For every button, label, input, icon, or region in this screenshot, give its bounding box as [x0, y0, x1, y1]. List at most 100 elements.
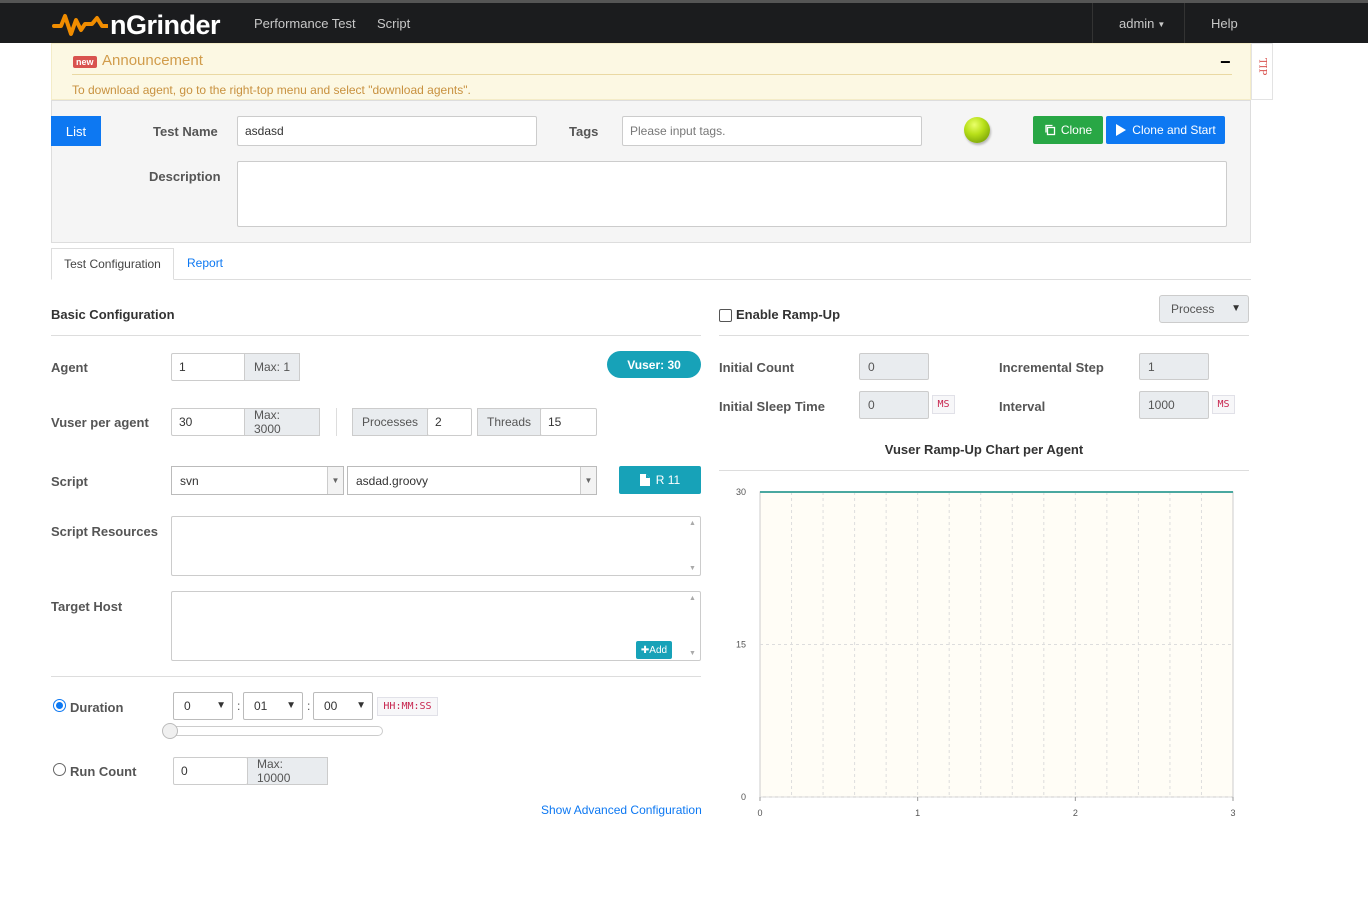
duration-minutes-select[interactable]: 01 ▼ [243, 692, 303, 720]
y-tick-label: 15 [736, 640, 746, 650]
duration-seconds-select[interactable]: 00 ▼ [313, 692, 373, 720]
tip-tab[interactable]: TIP [1251, 43, 1273, 100]
incremental-step-input[interactable]: 1 [1139, 353, 1209, 380]
top-navbar: nGrinder Performance Test Script admin ▼ … [0, 0, 1368, 43]
section-divider [51, 335, 701, 336]
description-label: Description [149, 169, 221, 184]
vuser-per-agent-label: Vuser per agent [51, 415, 149, 430]
basic-configuration-title: Basic Configuration [51, 307, 175, 322]
interval-label: Interval [999, 399, 1046, 414]
threads-input[interactable]: 15 [540, 408, 597, 436]
list-button[interactable]: List [51, 116, 101, 146]
tab-report[interactable]: Report [187, 256, 223, 270]
vuser-per-agent-input[interactable]: 30 [171, 408, 246, 436]
announcement-title: Announcement [102, 52, 203, 69]
rampup-chart-title: Vuser Ramp-Up Chart per Agent [884, 442, 1084, 457]
vuser-total-badge: Vuser: 30 [607, 351, 701, 378]
script-label: Script [51, 474, 88, 489]
incremental-step-label: Incremental Step [999, 360, 1104, 375]
processes-input[interactable]: 2 [427, 408, 472, 436]
target-host-label: Target Host [51, 599, 123, 614]
nav-divider [1092, 3, 1093, 43]
run-count-label: Run Count [70, 764, 137, 779]
enable-rampup-label: Enable Ramp-Up [736, 307, 841, 322]
show-advanced-configuration-link[interactable]: Show Advanced Configuration [541, 803, 702, 817]
scroll-down-icon: ▼ [689, 650, 696, 657]
caret-down-icon: ▼ [1157, 20, 1166, 30]
run-count-max-addon: Max: 10000 [247, 757, 328, 785]
test-name-input[interactable]: asdasd [237, 116, 537, 146]
scroll-down-icon: ▼ [689, 565, 696, 572]
tab-test-configuration[interactable]: Test Configuration [51, 248, 174, 280]
initial-count-input[interactable]: 0 [859, 353, 929, 380]
script-repository-select[interactable]: svn ▼ [171, 466, 344, 495]
duration-format-hint: HH:MM:SS [377, 697, 438, 716]
pulse-logo-icon [52, 14, 108, 36]
announcement-divider [72, 74, 1232, 75]
processes-label: Processes [352, 408, 428, 436]
vertical-divider [336, 408, 337, 436]
y-tick-label: 0 [741, 792, 746, 802]
nav-script[interactable]: Script [377, 16, 410, 31]
description-textarea[interactable] [237, 161, 1227, 227]
time-separator: : [237, 699, 241, 713]
add-target-host-button[interactable]: ✚Add [636, 641, 672, 659]
script-revision-button[interactable]: R 11 [619, 466, 701, 494]
script-revision-label: R 11 [655, 473, 681, 487]
duration-slider-handle[interactable] [162, 723, 178, 739]
clone-label: Clone [1060, 123, 1093, 137]
file-icon [639, 474, 650, 486]
tags-label: Tags [569, 124, 599, 139]
target-host-textarea[interactable]: ▲ ▼ [171, 591, 701, 661]
nav-performance-test[interactable]: Performance Test [254, 16, 356, 31]
vuser-max-addon: Max: 3000 [244, 408, 320, 436]
script-resources-textarea[interactable]: ▲ ▼ [171, 516, 701, 576]
rampup-chart: 0 15 30 0 1 2 3 [736, 487, 1236, 818]
run-count-input[interactable]: 0 [173, 757, 248, 785]
x-tick-label: 0 [757, 808, 762, 818]
script-file-select[interactable]: asdad.groovy ▼ [347, 466, 597, 495]
scrollbar[interactable]: ▲ ▼ [686, 517, 700, 575]
announcement-panel: new Announcement To download agent, go t… [51, 43, 1251, 100]
copy-icon [1045, 124, 1055, 136]
section-divider [51, 676, 701, 677]
status-ready-icon [964, 117, 990, 143]
clone-button[interactable]: Clone [1033, 116, 1103, 144]
nav-help[interactable]: Help [1211, 16, 1238, 31]
initial-sleep-time-input[interactable]: 0 [859, 391, 929, 419]
brand-logo[interactable]: nGrinder [52, 8, 221, 42]
duration-radio[interactable] [53, 699, 66, 712]
duration-hours-select[interactable]: 0 ▼ [173, 692, 233, 720]
ms-unit-hint: MS [1212, 395, 1235, 414]
script-file-value: asdad.groovy [356, 473, 429, 488]
rampup-mode-select[interactable]: Process ▼ [1159, 295, 1249, 323]
initial-sleep-time-label: Initial Sleep Time [719, 399, 825, 414]
duration-hours-value: 0 [184, 699, 191, 713]
clone-and-start-button[interactable]: Clone and Start [1106, 116, 1225, 144]
time-separator: : [307, 699, 311, 713]
x-tick-label: 1 [915, 808, 920, 818]
duration-seconds-value: 00 [324, 699, 338, 713]
enable-rampup-checkbox[interactable] [719, 309, 732, 322]
interval-input[interactable]: 1000 [1139, 391, 1209, 419]
scrollbar[interactable]: ▲ ▼ [686, 592, 700, 660]
dropdown-arrow-icon: ▼ [580, 467, 596, 494]
x-tick-label: 3 [1230, 808, 1235, 818]
chevron-down-icon: ▼ [286, 700, 296, 711]
agent-count-input[interactable]: 1 [171, 353, 246, 381]
announcement-text: To download agent, go to the right-top m… [72, 83, 471, 97]
play-icon [1116, 124, 1127, 136]
duration-slider-track[interactable] [167, 726, 383, 736]
chevron-down-icon: ▼ [356, 700, 366, 711]
duration-label: Duration [70, 700, 124, 715]
nav-divider [1184, 3, 1185, 43]
user-menu[interactable]: admin ▼ [1119, 16, 1165, 31]
script-resources-label: Script Resources [51, 524, 158, 539]
dropdown-arrow-icon: ▼ [327, 467, 343, 494]
section-divider [719, 335, 1249, 336]
tags-input[interactable]: Please input tags. [622, 116, 922, 146]
chevron-down-icon: ▼ [1231, 303, 1241, 314]
collapse-announcement-button[interactable]: − [1220, 52, 1231, 73]
scroll-up-icon: ▲ [689, 595, 696, 602]
run-count-radio[interactable] [53, 763, 66, 776]
